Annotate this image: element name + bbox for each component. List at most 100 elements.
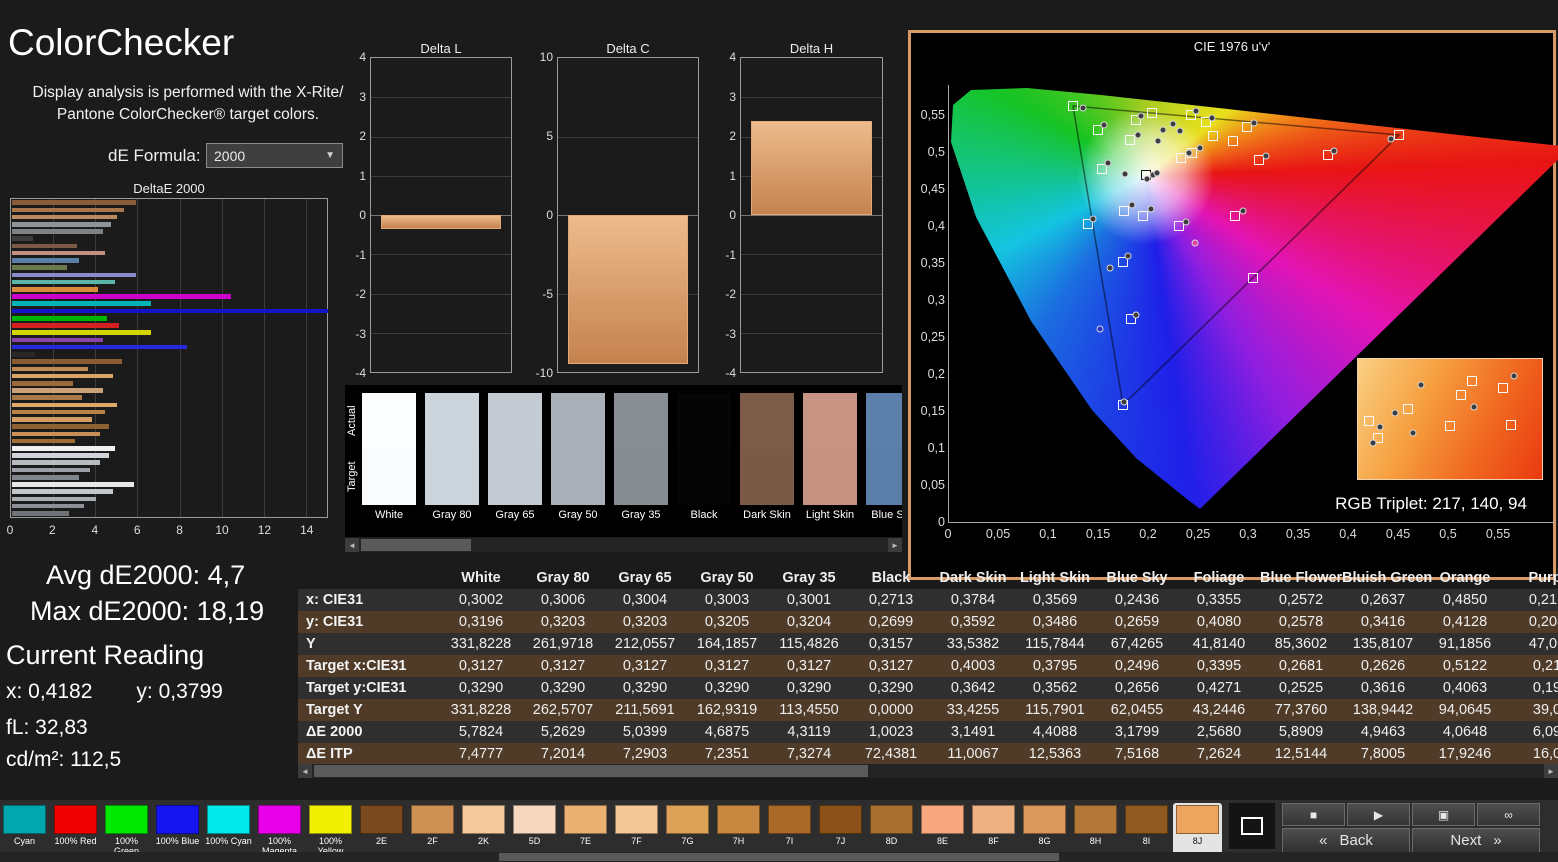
actual-swatch xyxy=(677,393,731,449)
de-formula-dropdown[interactable]: 2000 ▼ xyxy=(206,143,343,168)
table-cell: 0,3006 xyxy=(522,592,604,608)
axis-tick-label: 0,55 xyxy=(921,108,945,122)
back-button[interactable]: « Back xyxy=(1282,828,1410,853)
scrollbar-track[interactable] xyxy=(0,852,1558,862)
toolbar-swatch-100-yellow[interactable]: 100% Yellow xyxy=(306,803,355,859)
scrollbar-track[interactable] xyxy=(359,538,888,552)
capture-button[interactable]: ▣ xyxy=(1412,803,1475,826)
cie-measured-dot xyxy=(1263,152,1270,159)
cie-target-square xyxy=(1248,273,1258,283)
toolbar-swatch-2k[interactable]: 2K xyxy=(459,803,508,859)
scrollbar-thumb[interactable] xyxy=(499,853,1060,861)
table-row: y: CIE310,31960,32030,32030,32050,32040,… xyxy=(298,611,1558,633)
delta-bar xyxy=(751,121,872,215)
target-swatch xyxy=(362,449,416,505)
target-row-label: Target xyxy=(346,449,360,505)
current-reading-heading: Current Reading xyxy=(6,640,204,671)
swatch-chip xyxy=(819,805,862,834)
play-icon: ▶ xyxy=(1374,808,1383,822)
inset-target-square xyxy=(1498,383,1508,393)
toolbar-scrollbar[interactable] xyxy=(0,852,1558,862)
deltae-bar xyxy=(12,309,328,314)
table-cell: 0,2637 xyxy=(1342,592,1424,608)
delta-c-axis: 1050-5-10 xyxy=(524,57,553,373)
scroll-right-icon[interactable]: ► xyxy=(1544,764,1558,778)
deltae-bar xyxy=(12,453,109,458)
axis-tick-label: 14 xyxy=(300,523,313,537)
toolbar-swatch-cyan[interactable]: Cyan xyxy=(0,803,49,859)
current-cdm2-readout: cd/m²: 112,5 xyxy=(6,748,121,772)
scroll-left-icon[interactable]: ◄ xyxy=(298,764,312,778)
cie-target-square xyxy=(1176,153,1186,163)
next-button-label: Next xyxy=(1450,832,1481,849)
deltae-gridline xyxy=(137,199,138,517)
toolbar-swatch-2e[interactable]: 2E xyxy=(357,803,406,859)
toolbar-swatch-8e[interactable]: 8E xyxy=(918,803,967,859)
axis-tick-label: 4 xyxy=(91,523,98,537)
axis-tick-label: -5 xyxy=(542,287,553,301)
toolbar-swatch-8d[interactable]: 8D xyxy=(867,803,916,859)
scroll-left-icon[interactable]: ◄ xyxy=(345,538,359,552)
toolbar-swatch-100-red[interactable]: 100% Red xyxy=(51,803,100,859)
swatch-tile-label: 7J xyxy=(836,836,846,846)
swatch-strip-scrollbar[interactable]: ◄ ► xyxy=(345,538,902,552)
loop-button[interactable]: ∞ xyxy=(1477,803,1540,826)
play-button[interactable]: ▶ xyxy=(1347,803,1410,826)
gridline xyxy=(741,333,882,334)
next-button[interactable]: Next » xyxy=(1412,828,1540,853)
table-cell: 4,3119 xyxy=(768,724,850,740)
axis-tick-label: 6 xyxy=(134,523,141,537)
scrollbar-track[interactable] xyxy=(312,764,1544,778)
deltae-bar xyxy=(12,258,79,263)
toolbar-swatch-7g[interactable]: 7G xyxy=(663,803,712,859)
inset-measured-dot xyxy=(1410,430,1417,437)
swatch-chip xyxy=(564,805,607,834)
scroll-right-icon[interactable]: ► xyxy=(888,538,902,552)
toolbar-swatch-100-blue[interactable]: 100% Blue xyxy=(153,803,202,859)
toolbar-swatch-7h[interactable]: 7H xyxy=(714,803,763,859)
toolbar-swatch-8j[interactable]: 8J xyxy=(1173,803,1222,859)
toolbar-swatch-2f[interactable]: 2F xyxy=(408,803,457,859)
toolbar-swatch-7j[interactable]: 7J xyxy=(816,803,865,859)
delta-l-axis: 43210-1-2-3-4 xyxy=(337,57,366,373)
cie-measured-dot xyxy=(1090,215,1097,222)
table-cell: 62,0455 xyxy=(1096,702,1178,718)
gridline xyxy=(371,294,511,295)
toolbar-swatch-5d[interactable]: 5D xyxy=(510,803,559,859)
deltae-bar xyxy=(12,475,79,480)
axis-tick-label: 0,15 xyxy=(921,404,945,418)
table-cell: 7,8005 xyxy=(1342,746,1424,762)
pattern-window-button[interactable] xyxy=(1229,803,1275,849)
toolbar-swatch-8h[interactable]: 8H xyxy=(1071,803,1120,859)
scrollbar-thumb[interactable] xyxy=(314,765,868,777)
swatch-comparison-strip: Actual Target WhiteGray 80Gray 65Gray 50… xyxy=(345,385,902,537)
gridline xyxy=(371,176,511,177)
swatch-label: Gray 35 xyxy=(614,509,668,521)
stop-button[interactable]: ■ xyxy=(1282,803,1345,826)
cie-zoom-inset xyxy=(1357,358,1543,480)
deltae-bar xyxy=(12,330,151,335)
axis-tick-label: 1 xyxy=(729,169,736,183)
table-scrollbar[interactable]: ◄ ► xyxy=(298,764,1558,778)
toolbar-swatch-100-magenta[interactable]: 100% Magenta xyxy=(255,803,304,859)
axis-tick-label: 3 xyxy=(359,90,366,104)
axis-tick-label: 0,3 xyxy=(928,293,945,307)
deltae-bar xyxy=(12,388,103,393)
toolbar-swatch-7i[interactable]: 7I xyxy=(765,803,814,859)
inset-target-square xyxy=(1456,390,1466,400)
toolbar-swatch-8f[interactable]: 8F xyxy=(969,803,1018,859)
toolbar-swatch-100-cyan[interactable]: 100% Cyan xyxy=(204,803,253,859)
swatch-tile-label: 8H xyxy=(1090,836,1102,846)
actual-swatch xyxy=(803,393,857,449)
deltae-gridline xyxy=(180,199,181,517)
toolbar-swatch-8g[interactable]: 8G xyxy=(1020,803,1069,859)
swatch-tile-label: 8G xyxy=(1038,836,1050,846)
scrollbar-thumb[interactable] xyxy=(361,539,471,551)
toolbar-swatch-7e[interactable]: 7E xyxy=(561,803,610,859)
cie-measured-dot xyxy=(1107,265,1114,272)
deltae-bar xyxy=(12,287,98,292)
toolbar-swatch-100-green[interactable]: 100% Green xyxy=(102,803,151,859)
toolbar-swatch-7f[interactable]: 7F xyxy=(612,803,661,859)
toolbar-swatch-8i[interactable]: 8I xyxy=(1122,803,1171,859)
cie-measured-dot xyxy=(1177,128,1184,135)
